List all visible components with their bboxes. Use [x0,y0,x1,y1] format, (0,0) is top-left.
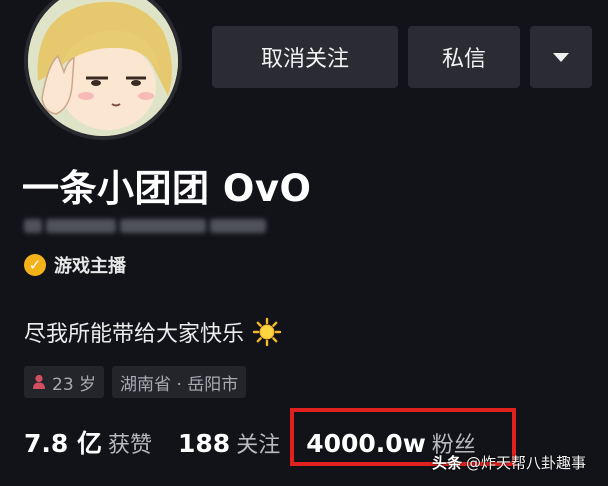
profile-bio: 尽我所能带给大家快乐 [24,316,282,348]
likes-stat: 7.8 亿 获赞 [24,424,152,460]
location-label: 湖南省 · 岳阳市 [120,374,239,395]
more-options-button[interactable] [530,26,592,88]
likes-label: 获赞 [108,433,153,458]
likes-count: 7.8 亿 [24,429,102,458]
sun-emoji-icon [252,317,282,347]
blur-fragment [24,219,42,233]
blur-fragment [210,219,266,233]
watermark-logo: 头条 [432,454,463,472]
dropdown-arrow-icon [553,52,569,62]
profile-tags: 23 岁 湖南省 · 岳阳市 [24,366,247,398]
message-button-label: 私信 [441,47,486,72]
watermark: 头条 @炸天帮八卦趣事 [432,452,586,473]
avatar-image [28,0,178,136]
female-icon [33,374,45,389]
following-count: 188 [178,429,231,458]
watermark-handle: @炸天帮八卦趣事 [466,454,587,472]
verified-check-icon: ✓ [24,254,46,276]
location-tag: 湖南省 · 岳阳市 [112,366,247,398]
profile-avatar[interactable] [24,0,182,140]
age-label: 23 岁 [52,374,97,395]
blurred-account-id [24,213,266,239]
message-button[interactable]: 私信 [408,26,520,88]
unfollow-button[interactable]: 取消关注 [212,26,398,88]
profile-name: 一条小团团 OvO [22,167,312,210]
blur-fragment [120,219,206,233]
verified-badge-row: ✓ 游戏主播 [24,252,126,278]
following-label: 关注 [236,433,281,458]
verified-label: 游戏主播 [54,256,126,277]
blur-fragment [46,219,116,233]
bio-text: 尽我所能带给大家快乐 [24,322,245,347]
following-stat[interactable]: 188 关注 [178,427,280,459]
age-tag: 23 岁 [24,366,105,398]
unfollow-button-label: 取消关注 [260,47,349,72]
